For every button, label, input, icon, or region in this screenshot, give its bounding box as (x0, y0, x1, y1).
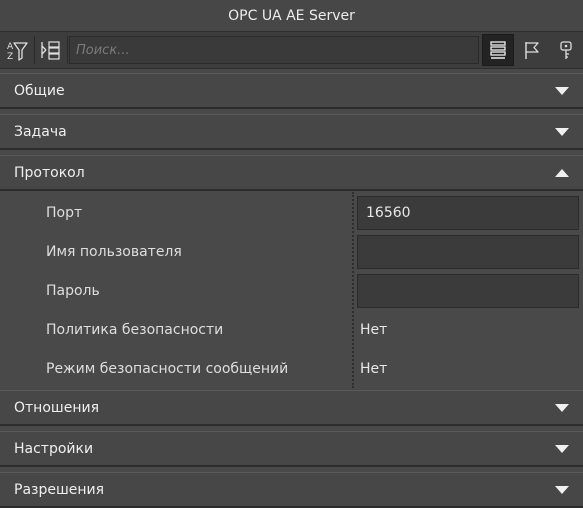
username-label: Имя пользователя (46, 243, 182, 260)
collapse-tree-button[interactable] (35, 34, 67, 66)
toolbar: A Z (0, 31, 583, 69)
sort-filter-icon: A Z (7, 42, 28, 62)
svg-text:Z: Z (7, 52, 13, 62)
section-task[interactable]: Задача (0, 114, 583, 150)
chevron-down-icon (555, 127, 569, 136)
section-protocol-label: Протокол (14, 164, 85, 181)
section-permissions-label: Разрешения (14, 481, 105, 498)
section-protocol[interactable]: Протокол (0, 155, 583, 191)
security-policy-label: Политика безопасности (46, 321, 224, 338)
key-button[interactable] (550, 34, 582, 66)
window-title: OPC UA AE Server (228, 7, 355, 24)
flag-icon (525, 42, 539, 59)
svg-text:A: A (7, 42, 14, 52)
section-permissions[interactable]: Разрешения (0, 472, 583, 508)
property-row-port: Порт (0, 193, 583, 232)
section-settings-label: Настройки (14, 440, 94, 457)
port-label: Порт (46, 204, 83, 221)
section-settings[interactable]: Настройки (0, 431, 583, 467)
port-input[interactable] (357, 196, 579, 230)
username-input[interactable] (357, 235, 579, 269)
flag-button[interactable] (516, 34, 548, 66)
chevron-up-icon (555, 168, 569, 177)
chevron-down-icon (555, 86, 569, 95)
list-view-button[interactable] (482, 34, 514, 66)
section-task-label: Задача (14, 123, 67, 140)
property-row-password: Пароль (0, 271, 583, 310)
collapse-tree-icon (41, 41, 60, 60)
window-title-bar: OPC UA AE Server (0, 0, 583, 31)
section-general[interactable]: Общие (0, 73, 583, 109)
section-relations[interactable]: Отношения (0, 390, 583, 426)
message-security-mode-value[interactable]: Нет (360, 349, 387, 388)
message-security-mode-label: Режим безопасности сообщений (46, 360, 289, 377)
chevron-down-icon (555, 485, 569, 494)
list-view-icon (490, 41, 506, 59)
section-relations-label: Отношения (14, 399, 99, 416)
section-general-label: Общие (14, 82, 65, 99)
property-row-message-security-mode: Режим безопасности сообщений Нет (0, 349, 583, 388)
password-label: Пароль (46, 282, 100, 299)
security-policy-value[interactable]: Нет (360, 310, 387, 349)
property-row-username: Имя пользователя (0, 232, 583, 271)
chevron-down-icon (555, 444, 569, 453)
password-input[interactable] (357, 274, 579, 308)
chevron-down-icon (555, 403, 569, 412)
key-icon (560, 41, 572, 59)
property-row-security-policy: Политика безопасности Нет (0, 310, 583, 349)
search-input[interactable] (69, 36, 479, 64)
sort-filter-button[interactable]: A Z (1, 34, 33, 66)
